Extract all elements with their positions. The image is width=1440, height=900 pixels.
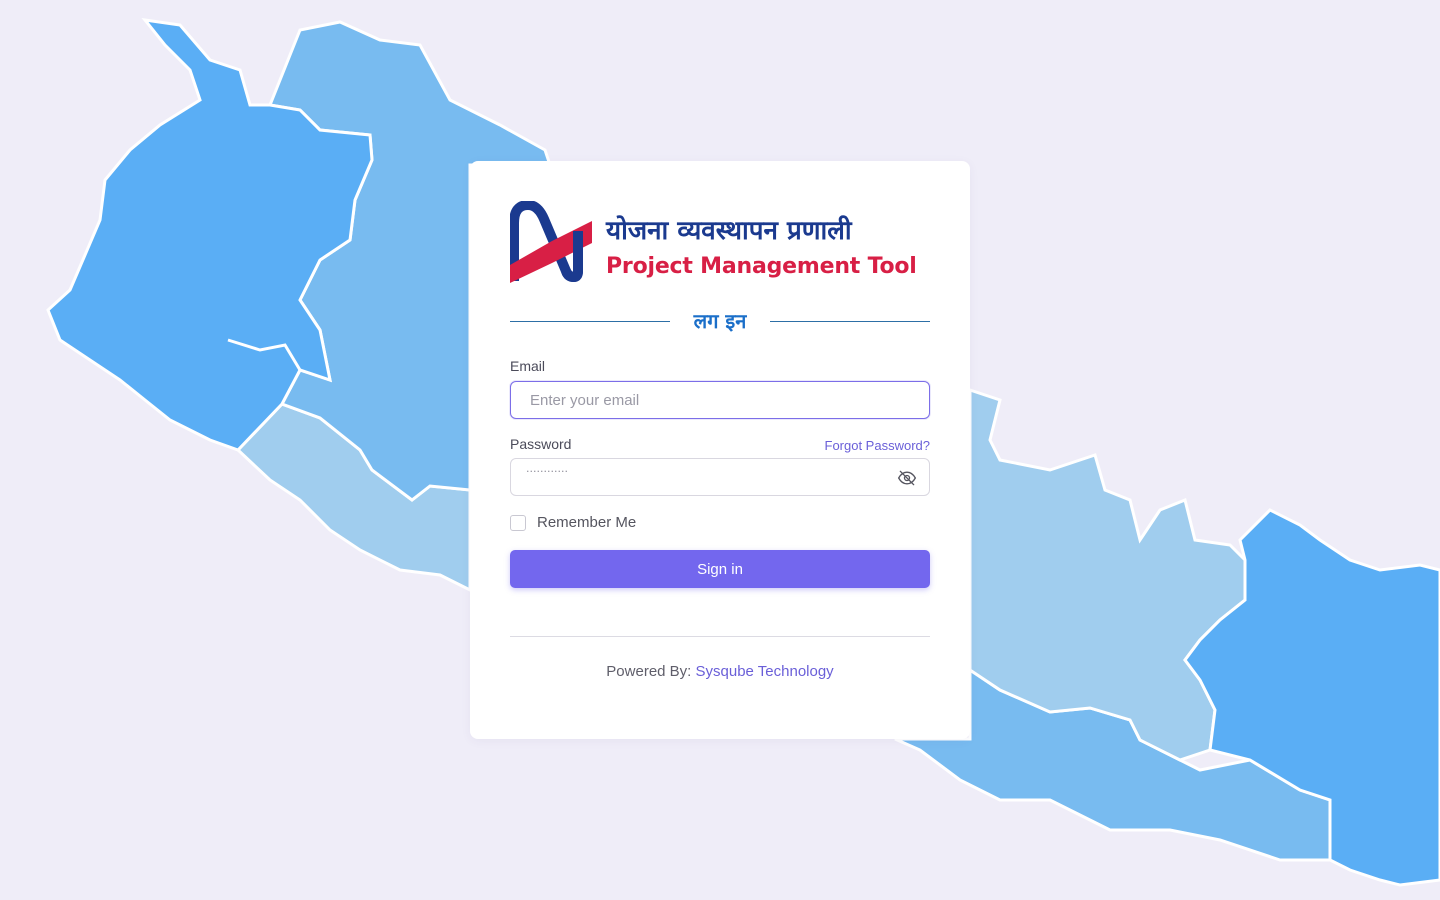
forgot-password-link[interactable]: Forgot Password? xyxy=(825,438,931,453)
login-card: योजना व्यवस्थापन प्रणाली Project Managem… xyxy=(470,161,970,739)
email-label: Email xyxy=(510,358,546,374)
logo-english-text: Project Management Tool xyxy=(606,254,917,279)
password-label: Password xyxy=(510,436,572,452)
email-field[interactable] xyxy=(510,381,930,419)
eye-off-icon[interactable] xyxy=(897,468,917,488)
logo-mark-icon xyxy=(510,201,592,283)
remember-me-label[interactable]: Remember Me xyxy=(537,514,636,531)
powered-by-link[interactable]: Sysqube Technology xyxy=(696,663,834,680)
footer-divider xyxy=(510,636,930,637)
app-logo: योजना व्यवस्थापन प्रणाली Project Managem… xyxy=(510,201,930,285)
logo-nepali-text: योजना व्यवस्थापन प्रणाली xyxy=(606,216,852,246)
divider-right xyxy=(770,321,930,322)
password-field[interactable]: ············ xyxy=(510,458,930,496)
email-input[interactable] xyxy=(511,382,929,418)
password-mask: ············ xyxy=(526,465,568,478)
powered-by: Powered By: Sysqube Technology xyxy=(470,663,970,680)
powered-by-label: Powered By: xyxy=(606,663,692,680)
sign-in-button[interactable]: Sign in xyxy=(510,550,930,588)
remember-me-checkbox[interactable] xyxy=(510,515,526,531)
login-heading-row: लग इन xyxy=(510,309,930,333)
